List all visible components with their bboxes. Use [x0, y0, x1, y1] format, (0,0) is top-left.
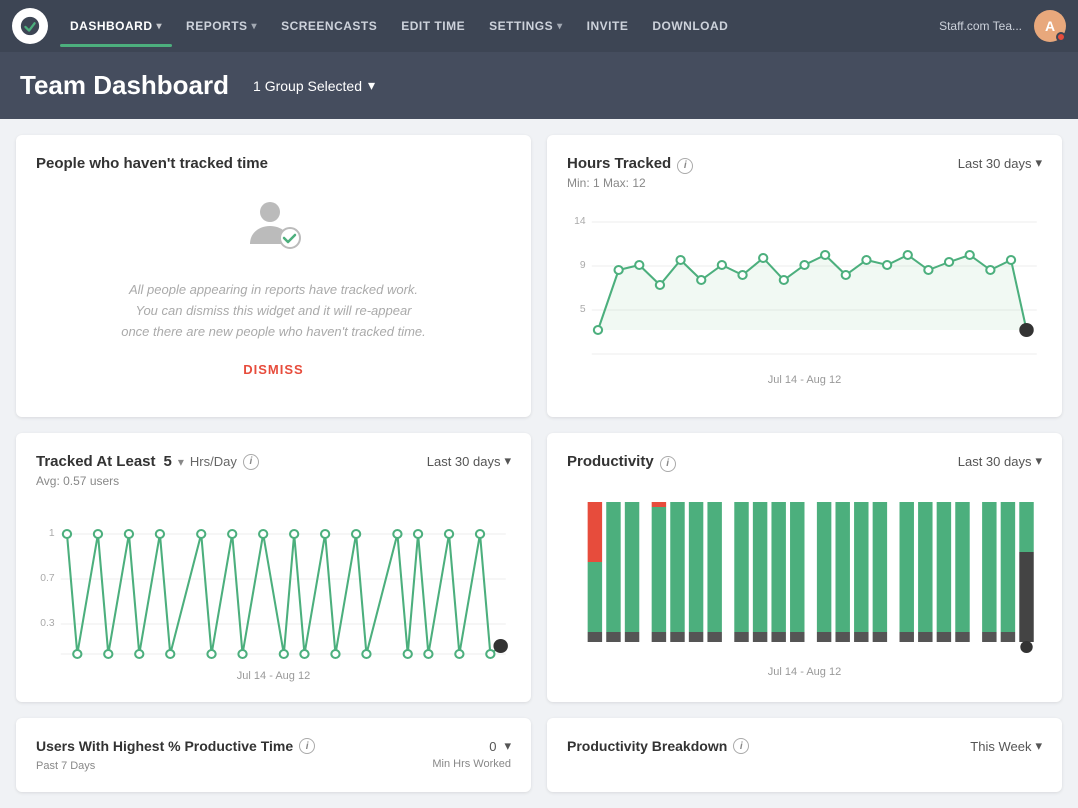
chevron-down-icon: ▾ [504, 738, 511, 754]
person-check-icon [244, 196, 304, 268]
hours-tracked-widget: Hours Tracked i Min: 1 Max: 12 Last 30 d… [547, 135, 1062, 417]
info-icon: i [733, 738, 749, 754]
users-right: 0 ▾ [489, 738, 511, 754]
hours-tracked-subtitle: Min: 1 Max: 12 [567, 176, 693, 190]
chevron-down-icon: ▾ [504, 453, 511, 469]
breakdown-title: Productivity Breakdown [567, 738, 727, 754]
logo[interactable] [12, 8, 48, 44]
info-icon: i [299, 738, 315, 754]
tracked-unit: Hrs/Day [190, 454, 237, 469]
chevron-down-icon: ▾ [1035, 453, 1042, 469]
hours-tracked-header: Hours Tracked i Min: 1 Max: 12 Last 30 d… [567, 155, 1042, 202]
people-widget: People who haven't tracked time All peop… [16, 135, 531, 417]
chevron-down-icon: ▾ [1035, 738, 1042, 754]
chevron-down-icon: ▾ [557, 21, 563, 32]
svg-text:1: 1 [49, 529, 55, 540]
info-icon: i [660, 456, 676, 472]
dismiss-button[interactable]: DISMISS [243, 362, 303, 377]
dashboard-grid: People who haven't tracked time All peop… [0, 119, 1078, 808]
tracked-period-selector[interactable]: Last 30 days ▾ [427, 453, 511, 469]
users-min-hrs: Min Hrs Worked [432, 758, 511, 772]
svg-text:14: 14 [574, 216, 586, 227]
productivity-title: Productivity [567, 453, 654, 470]
productivity-widget: Productivity i Last 30 days ▾ [547, 433, 1062, 702]
tracked-header: Tracked At Least 5 ▾ Hrs/Day i Avg: 0.57… [36, 453, 511, 498]
productivity-breakdown-widget: Productivity Breakdown i This Week ▾ [547, 718, 1062, 792]
users-count: 0 [489, 739, 496, 754]
chevron-down-icon: ▾ [1035, 155, 1042, 171]
chevron-down-icon: ▾ [178, 455, 184, 469]
productivity-period-selector[interactable]: Last 30 days ▾ [958, 453, 1042, 469]
svg-text:9: 9 [580, 260, 586, 271]
nav-download[interactable]: DOWNLOAD [642, 13, 738, 39]
people-empty-message: All people appearing in reports have tra… [121, 280, 426, 342]
people-widget-title: People who haven't tracked time [36, 155, 511, 172]
svg-text:5: 5 [580, 304, 586, 315]
svg-text:0.7: 0.7 [40, 574, 55, 585]
nav-dashboard[interactable]: DASHBOARD ▾ [60, 13, 172, 39]
nav-edit-time[interactable]: EDIT TIME [391, 13, 475, 39]
hours-date-range: Jul 14 - Aug 12 [567, 374, 1042, 386]
users-productive-widget: Users With Highest % Productive Time i 0… [16, 718, 531, 792]
group-selector[interactable]: 1 Group Selected ▾ [245, 73, 383, 98]
team-name: Staff.com Tea... [931, 19, 1030, 33]
productivity-chart [567, 482, 1042, 662]
nav-screencasts[interactable]: SCREENCASTS [271, 13, 387, 39]
tracked-chart: 1 0.7 0.3 [36, 506, 511, 666]
tracked-widget: Tracked At Least 5 ▾ Hrs/Day i Avg: 0.57… [16, 433, 531, 702]
nav-settings[interactable]: SETTINGS ▾ [479, 13, 573, 39]
nav-invite[interactable]: INVITE [577, 13, 639, 39]
page-title: Team Dashboard [20, 70, 229, 101]
info-icon: i [243, 454, 259, 470]
people-empty-state: All people appearing in reports have tra… [36, 176, 511, 397]
tracked-avg: Avg: 0.57 users [36, 474, 259, 488]
hours-tracked-title: Hours Tracked [567, 155, 671, 172]
productivity-date-range: Jul 14 - Aug 12 [567, 666, 1042, 678]
productivity-header: Productivity i Last 30 days ▾ [567, 453, 1042, 474]
tracked-date-range: Jul 14 - Aug 12 [36, 670, 511, 682]
chevron-down-icon: ▾ [157, 21, 163, 32]
user-avatar[interactable]: A [1034, 10, 1066, 42]
chevron-down-icon: ▾ [252, 21, 258, 32]
tracked-title: Tracked At Least [36, 453, 156, 470]
nav-reports[interactable]: REPORTS ▾ [176, 13, 267, 39]
chevron-down-icon: ▾ [368, 77, 375, 94]
info-icon: i [677, 158, 693, 174]
users-subtitle: Past 7 Days [36, 760, 95, 772]
navbar: DASHBOARD ▾ REPORTS ▾ SCREENCASTS EDIT T… [0, 0, 1078, 52]
svg-text:0.3: 0.3 [40, 619, 55, 630]
notification-badge [1056, 32, 1066, 42]
users-title: Users With Highest % Productive Time [36, 738, 293, 754]
hours-period-selector[interactable]: Last 30 days ▾ [958, 155, 1042, 171]
tracked-threshold: 5 [164, 453, 172, 470]
hours-tracked-chart: 14 9 5 [567, 210, 1042, 370]
page-header: Team Dashboard 1 Group Selected ▾ [0, 52, 1078, 119]
breakdown-period-selector[interactable]: This Week ▾ [970, 738, 1042, 754]
